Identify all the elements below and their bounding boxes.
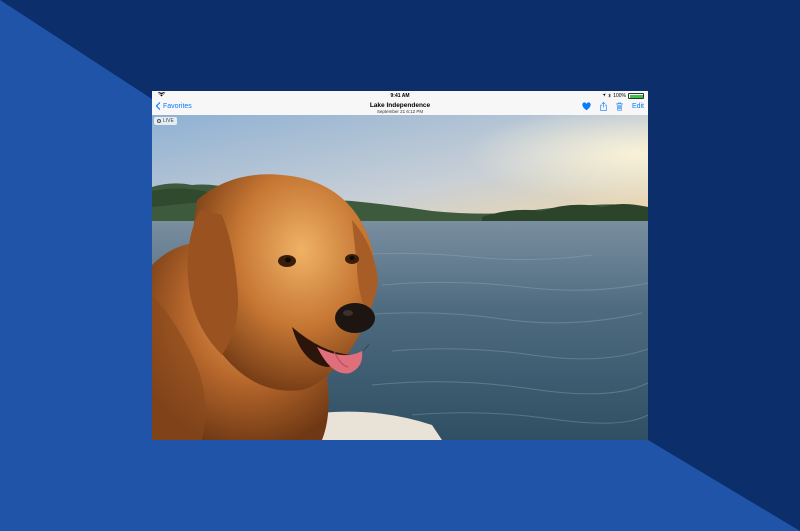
trash-icon (616, 102, 623, 111)
dog-lake-photo (152, 115, 648, 440)
battery-icon (628, 93, 644, 99)
status-right: 100% (602, 92, 644, 100)
share-button[interactable] (600, 102, 607, 111)
ipad-screen: 9:41 AM 100% Favorites Lake Independence… (152, 91, 648, 440)
nav-title: Lake Independence (369, 101, 431, 109)
location-icon (602, 93, 606, 99)
battery-percent: 100% (613, 93, 626, 99)
status-time: 9:41 AM (390, 92, 410, 99)
nav-title-group: Lake Independence September 21 6:12 PM (152, 102, 648, 115)
photo-viewer[interactable]: LIVE (152, 115, 648, 440)
nav-actions: Edit (582, 102, 644, 111)
delete-button[interactable] (616, 102, 623, 111)
navigation-bar: Favorites Lake Independence September 21… (152, 100, 648, 116)
bluetooth-icon (608, 92, 612, 100)
live-badge: LIVE (154, 117, 177, 125)
nav-subtitle: September 21 6:12 PM (376, 109, 424, 114)
favorite-button[interactable] (582, 102, 591, 111)
heart-icon (582, 102, 591, 111)
share-icon (600, 102, 607, 111)
edit-button[interactable]: Edit (632, 103, 644, 110)
live-photo-icon (157, 119, 161, 123)
status-bar: 9:41 AM 100% (152, 91, 648, 100)
battery-fill (629, 94, 643, 98)
live-label: LIVE (163, 118, 174, 124)
